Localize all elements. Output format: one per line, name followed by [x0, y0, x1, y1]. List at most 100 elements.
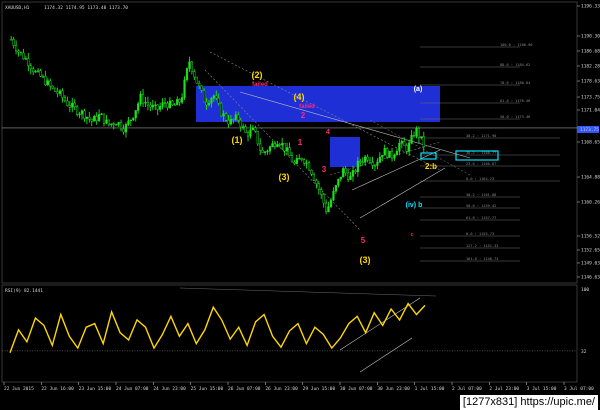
candle-body	[329, 199, 333, 207]
candle-body	[351, 170, 355, 177]
candle-body	[34, 71, 37, 73]
time-tick-label: 2 Jul 07:00	[452, 386, 482, 392]
price-tick-label: 1182.28	[581, 64, 600, 70]
candle-body	[281, 143, 284, 146]
candle-body	[159, 106, 162, 110]
candle-body	[115, 124, 118, 126]
candle-body	[110, 123, 113, 126]
fib-level-label: 61.8 : 1176.46	[500, 99, 530, 103]
candle-body	[32, 68, 35, 73]
target-box	[420, 152, 437, 160]
candle-body	[88, 116, 91, 120]
candle-body	[73, 102, 76, 107]
fib-level-label: 50.0 : 1173.46	[500, 115, 530, 119]
candle-body	[242, 126, 245, 128]
candle-body	[154, 104, 157, 106]
wave-label: (1)	[232, 135, 243, 145]
wave-label: 2:b	[425, 162, 437, 171]
candle-body	[44, 75, 47, 85]
candle-body	[188, 61, 191, 69]
candle-body	[312, 174, 316, 181]
time-tick-label: 30 Jun 23:00	[377, 386, 410, 392]
price-tick-label: 1146.63	[581, 275, 600, 281]
candle-body	[78, 113, 81, 116]
candle-body	[285, 147, 289, 152]
candle-body	[95, 116, 98, 121]
rsi-label: RSI(9) 82.1441	[5, 288, 43, 294]
candle-body	[376, 162, 379, 166]
rsi-trend-line	[179, 287, 437, 297]
small-zone	[330, 137, 360, 167]
candle-body	[249, 129, 252, 137]
symbol-label: XAUUSD,H1	[5, 5, 30, 11]
candle-body	[215, 95, 218, 99]
candle-body	[27, 58, 30, 66]
candle-body	[163, 102, 167, 104]
wave-label: 5	[361, 236, 366, 245]
fib-level-label: 161.8 : 1148.73	[466, 257, 498, 261]
price-tick-label: 1171.04	[581, 108, 600, 114]
wave-label: (3)	[279, 172, 290, 182]
candle-body	[327, 206, 330, 212]
candle-body	[271, 143, 274, 148]
fib-level-label: 38.2 : 1171.90	[466, 134, 496, 138]
candle-body	[129, 119, 132, 122]
candle-body	[381, 155, 384, 158]
candle-body	[332, 190, 335, 201]
candle-body	[132, 117, 135, 121]
fib-level-label: 88.6 : 1184.62	[500, 63, 530, 67]
candle-body	[356, 160, 359, 172]
current-price-label: 1173.75	[580, 127, 599, 133]
candle-body	[102, 113, 106, 124]
chart-window: XAUUSD,H1 1174.32 1174.95 1173.48 1173.70…	[0, 0, 600, 410]
candle-body	[234, 114, 237, 120]
candle-body	[371, 162, 374, 166]
candle-body	[395, 150, 399, 156]
candle-body	[310, 169, 313, 175]
price-tick-label: 1178.63	[581, 79, 600, 85]
price-tick-label: 1152.65	[581, 248, 600, 254]
time-tick-label: 3 Jul 07:00	[564, 386, 594, 392]
candle-body	[80, 110, 84, 115]
candle-body	[168, 100, 172, 109]
candle-body	[166, 103, 169, 109]
candle-body	[393, 154, 396, 159]
candle-body	[24, 58, 27, 60]
candle-body	[412, 135, 416, 137]
candle-body	[283, 143, 286, 152]
price-tick-label: 1186.68	[581, 49, 600, 55]
rsi-trend-line	[359, 337, 413, 373]
candle-body	[342, 168, 345, 178]
rsi-trend-line	[339, 297, 421, 351]
fib-level-label: 0.0 : 1164.23	[466, 177, 494, 181]
candle-body	[141, 93, 145, 104]
candle-body	[417, 128, 421, 138]
candle-body	[122, 128, 125, 133]
candle-body	[207, 103, 211, 106]
price-tick-label: 1160.26	[581, 200, 600, 206]
trend-line	[359, 167, 446, 219]
rsi-tick-label: 32	[581, 349, 587, 355]
candle-body	[220, 102, 223, 117]
candle-body	[420, 136, 423, 138]
candle-body	[293, 161, 296, 164]
fib-level-label: 23.6 : 1166.87	[466, 162, 496, 166]
candle-body	[105, 119, 108, 124]
fib-level-label: 50.0 : 1159.42	[466, 204, 496, 208]
candle-body	[171, 100, 174, 105]
candle-body	[14, 45, 18, 52]
candle-body	[354, 170, 357, 172]
candle-body	[156, 104, 159, 110]
candle-body	[134, 110, 137, 119]
candle-body	[97, 114, 101, 121]
candle-body	[388, 150, 391, 158]
candle-body	[346, 172, 350, 180]
candle-body	[408, 142, 411, 152]
time-tick-label: 26 Jun 07:00	[228, 386, 261, 392]
candle-body	[117, 122, 120, 125]
candle-body	[246, 132, 250, 137]
candle-body	[46, 80, 49, 85]
wave-label: 3	[322, 165, 327, 174]
candle-body	[68, 105, 71, 108]
time-tick-label: 30 Jun 07:00	[340, 386, 373, 392]
